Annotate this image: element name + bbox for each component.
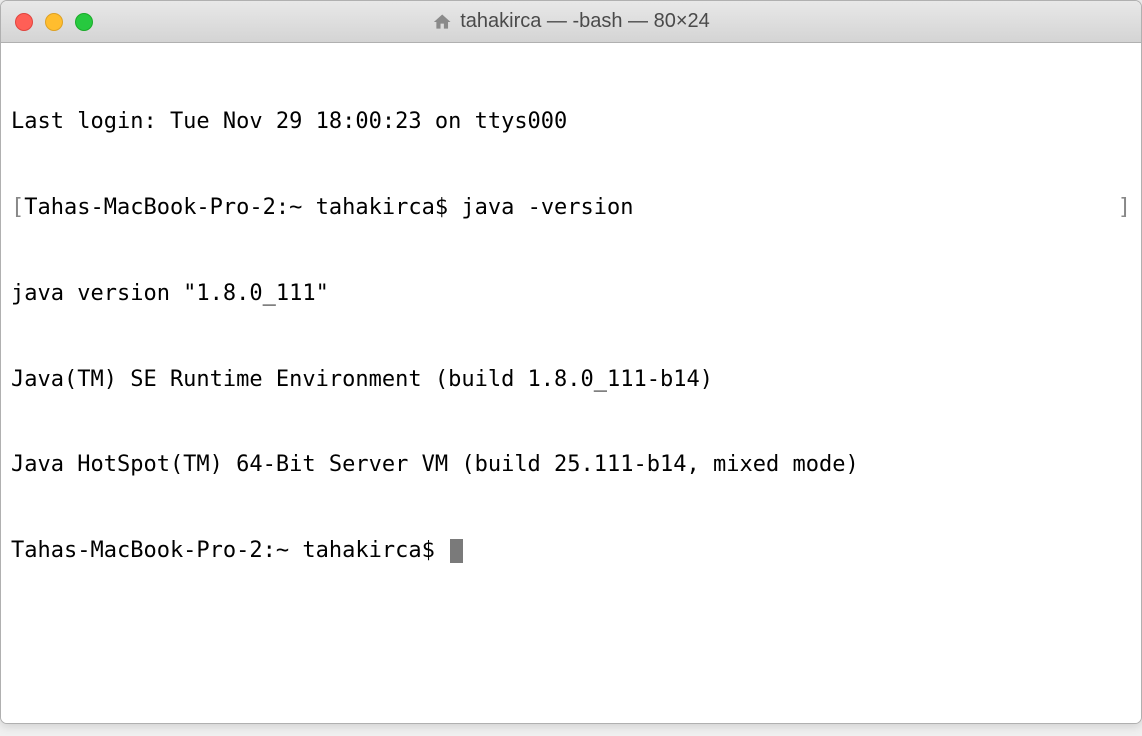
maximize-button[interactable] [75, 13, 93, 31]
terminal-line: Java(TM) SE Runtime Environment (build 1… [11, 366, 1131, 395]
bracket-open: [ [11, 195, 24, 220]
terminal-line: [Tahas-MacBook-Pro-2:~ tahakirca$ java -… [11, 194, 1131, 223]
command-text: java -version [461, 195, 633, 220]
terminal-line: Java HotSpot(TM) 64-Bit Server VM (build… [11, 451, 1131, 480]
terminal-line: Tahas-MacBook-Pro-2:~ tahakirca$ [11, 537, 1131, 566]
terminal-line: Last login: Tue Nov 29 18:00:23 on ttys0… [11, 108, 1131, 137]
terminal-line: java version "1.8.0_111" [11, 280, 1131, 309]
bracket-close: ] [1118, 194, 1131, 223]
home-icon [432, 12, 452, 32]
terminal-body[interactable]: Last login: Tue Nov 29 18:00:23 on ttys0… [1, 43, 1141, 723]
terminal-window: tahakirca — -bash — 80×24 Last login: Tu… [0, 0, 1142, 724]
window-title: tahakirca — -bash — 80×24 [460, 10, 710, 33]
close-button[interactable] [15, 13, 33, 31]
prompt: Tahas-MacBook-Pro-2:~ tahakirca$ [11, 538, 448, 563]
titlebar[interactable]: tahakirca — -bash — 80×24 [1, 1, 1141, 43]
prompt: Tahas-MacBook-Pro-2:~ tahakirca$ [24, 195, 461, 220]
minimize-button[interactable] [45, 13, 63, 31]
cursor [450, 539, 463, 563]
title-area: tahakirca — -bash — 80×24 [432, 10, 710, 33]
traffic-lights [1, 13, 93, 31]
